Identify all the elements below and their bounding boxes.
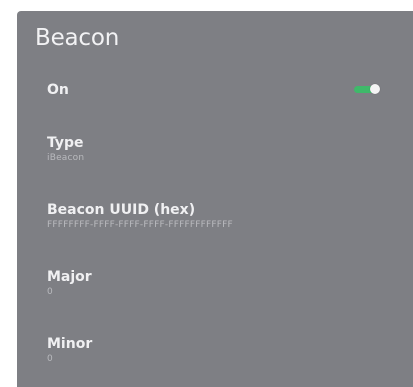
major-value: 0 — [47, 287, 53, 297]
uuid-setting-row[interactable]: Beacon UUID (hex) FFFFFFFF-FFFF-FFFF-FFF… — [47, 201, 413, 231]
minor-value: 0 — [47, 354, 53, 364]
major-setting-row[interactable]: Major 0 — [47, 268, 413, 298]
uuid-label: Beacon UUID (hex) — [47, 202, 196, 218]
minor-label: Minor — [47, 336, 93, 352]
type-value: iBeacon — [47, 153, 85, 163]
major-label: Major — [47, 269, 92, 285]
beacon-settings-panel: Beacon On Type iBeacon Beacon UUID (hex)… — [17, 11, 413, 387]
type-label: Type — [47, 135, 84, 151]
type-setting-row[interactable]: Type iBeacon — [47, 134, 413, 164]
minor-setting-row[interactable]: Minor 0 — [47, 335, 413, 365]
toggle-knob — [370, 84, 380, 94]
panel-title: Beacon — [35, 25, 120, 51]
on-toggle[interactable] — [354, 84, 380, 94]
uuid-value: FFFFFFFF-FFFF-FFFF-FFFF-FFFFFFFFFFFF — [47, 220, 233, 230]
